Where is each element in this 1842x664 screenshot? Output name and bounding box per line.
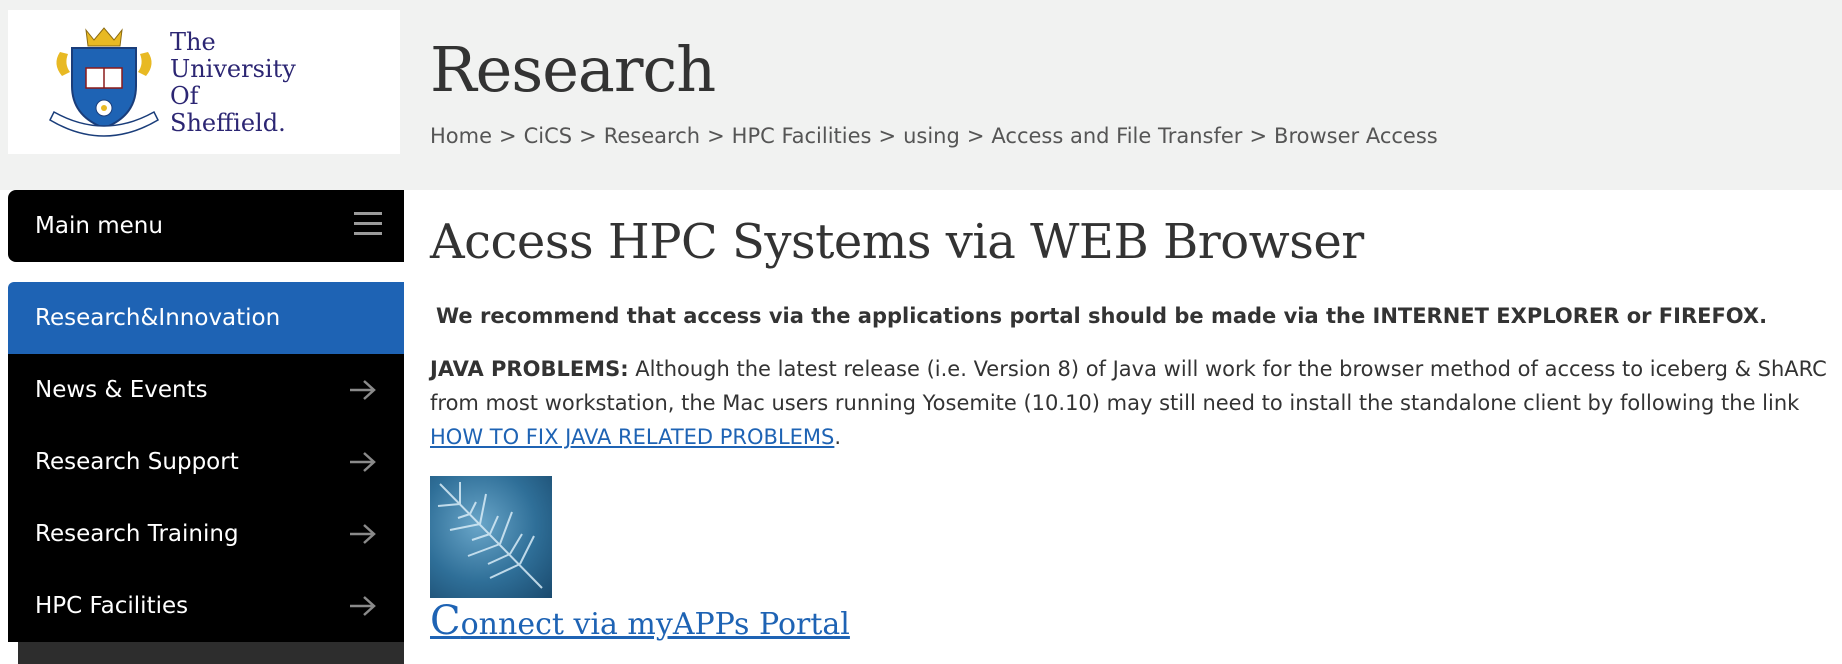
sidebar-item-label: Research Training [35, 521, 239, 547]
breadcrumb-access-file-transfer[interactable]: Access and File Transfer [991, 124, 1242, 148]
logo-line: The [170, 28, 216, 56]
java-problems-end: . [834, 425, 842, 449]
logo-line: Sheffield. [170, 109, 286, 137]
breadcrumb-cics[interactable]: CiCS [524, 124, 573, 148]
breadcrumb-separator: > [966, 124, 985, 148]
arrow-right-icon [350, 596, 376, 616]
ice-crystal-graphic [437, 482, 543, 589]
sidebar-item-label: News & Events [35, 377, 208, 403]
browser-recommendation: We recommend that access via the applica… [436, 304, 1768, 328]
sidebar-item-label: HPC Facilities [35, 593, 189, 619]
ice-crystal-thumbnail[interactable] [430, 476, 552, 598]
breadcrumb-separator: > [499, 124, 517, 148]
java-fix-link[interactable]: HOW TO FIX JAVA RELATED PROBLEMS [430, 425, 834, 449]
portal-link-initial: C [430, 598, 461, 644]
university-crest-logo [49, 27, 159, 137]
main-menu-toggle[interactable]: Main menu [8, 190, 404, 262]
breadcrumb-current: Browser Access [1274, 124, 1438, 148]
sidebar-nav: Research&Innovation News & Events Resear… [8, 282, 404, 642]
breadcrumb-using[interactable]: using [903, 124, 960, 148]
arrow-right-icon [350, 380, 376, 400]
breadcrumb-separator: > [1249, 124, 1268, 148]
myapps-portal-link[interactable]: Connect via myAPPs Portal [430, 600, 850, 646]
university-wordmark: The University Of Sheffield. [170, 29, 296, 137]
java-problems-text: Although the latest release (i.e. Versio… [430, 357, 1827, 415]
main-menu-label: Main menu [35, 213, 163, 239]
breadcrumb-separator: > [579, 124, 597, 148]
sidebar-item-label: Research&Innovation [35, 305, 281, 331]
arrow-right-icon [350, 524, 376, 544]
page-heading: Access HPC Systems via WEB Browser [430, 214, 1364, 270]
breadcrumb: Home > CiCS > Research > HPC Facilities > using >… [430, 121, 1438, 151]
breadcrumb-home[interactable]: Home [430, 124, 492, 148]
sidebar-item-label: Research Support [35, 449, 239, 475]
arrow-right-icon [350, 452, 376, 472]
breadcrumb-research[interactable]: Research [604, 124, 700, 148]
sidebar-item-research-innovation[interactable]: Research&Innovation [8, 282, 404, 354]
site-title[interactable]: Research [430, 30, 716, 110]
breadcrumb-separator: > [707, 124, 725, 148]
logo-line: Of [170, 82, 199, 110]
sidebar-item-hpc-facilities[interactable]: HPC Facilities [8, 570, 404, 642]
breadcrumb-hpc-facilities[interactable]: HPC Facilities [732, 124, 872, 148]
university-logo[interactable]: The University Of Sheffield. [8, 10, 400, 154]
hamburger-icon [354, 212, 382, 236]
portal-link-text: onnect via myAPPs Portal [460, 607, 850, 642]
java-problems-label: JAVA PROBLEMS: [430, 357, 629, 381]
sidebar-item-research-support[interactable]: Research Support [8, 426, 404, 498]
breadcrumb-separator: > [878, 124, 897, 148]
sidebar-item-news-events[interactable]: News & Events [8, 354, 404, 426]
java-problems-paragraph: JAVA PROBLEMS: Although the latest relea… [430, 352, 1835, 454]
sidebar-submenu-edge [18, 642, 404, 664]
logo-line: University [170, 55, 296, 83]
sidebar-item-research-training[interactable]: Research Training [8, 498, 404, 570]
